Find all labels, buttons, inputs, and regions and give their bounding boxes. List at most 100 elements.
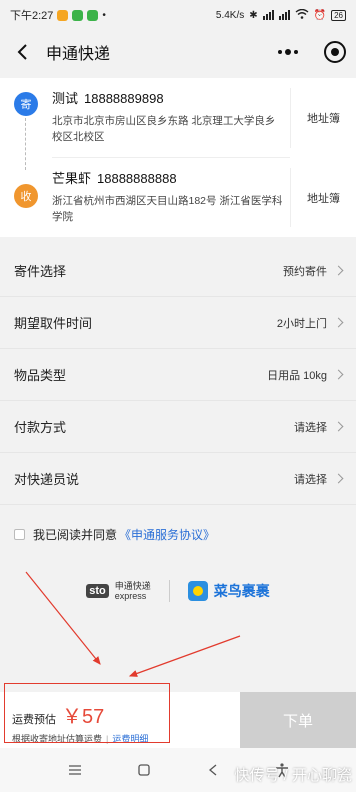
sender-row[interactable]: 寄 测试 18888889898 北京市北京市房山区良乡东路 北京理工大学良乡校区… (0, 78, 356, 158)
form-label: 物品类型 (14, 368, 67, 383)
more-button[interactable] (268, 40, 308, 64)
close-miniprogram-button[interactable] (324, 41, 346, 63)
receiver-phone: 18888888888 (97, 171, 177, 186)
sender-badge: 寄 (14, 92, 38, 116)
form-value: 预约寄件 (283, 263, 344, 279)
receiver-info[interactable]: 芒果虾 18888888888 浙江省杭州市西湖区天目山路182号 浙江省医学科学… (52, 158, 290, 237)
status-time: 下午2:27 (10, 10, 54, 22)
chevron-right-icon (333, 369, 344, 380)
form-row-courier-note[interactable]: 对快递员说 请选择 (0, 453, 356, 505)
cainiao-logo: 菜鸟裹裹 (187, 581, 270, 601)
form-value: 日用品 10kg (267, 367, 344, 383)
nav-bar: 申通快递 (0, 30, 356, 74)
chevron-right-icon (333, 473, 344, 484)
form-row-payment[interactable]: 付款方式 请选择 (0, 401, 356, 453)
status-right: 5.4K/s ✱ ⏰ 26 (215, 8, 346, 22)
form-value: 请选择 (294, 419, 344, 435)
agreement-link[interactable]: 《申通服务协议》 (119, 526, 215, 543)
cainiao-name: 菜鸟裹裹 (213, 583, 270, 599)
home-button[interactable] (134, 760, 154, 780)
agreement-checkbox[interactable] (14, 528, 25, 540)
form-value-text: 日用品 10kg (267, 369, 327, 382)
chat-icon (87, 9, 99, 21)
form-value-text: 请选择 (294, 473, 327, 486)
form-row-send-option[interactable]: 寄件选择 预约寄件 (0, 245, 356, 297)
target-icon (331, 48, 339, 56)
sender-address-book-button[interactable]: 地址簿 (290, 88, 356, 148)
menu-button[interactable] (65, 760, 85, 780)
address-card: 寄 测试 18888889898 北京市北京市房山区良乡东路 北京理工大学良乡校区… (0, 78, 356, 237)
receiver-contact: 芒果虾 18888888888 (52, 168, 290, 187)
chevron-right-icon (333, 421, 344, 432)
annotation-arrow (128, 635, 241, 677)
alarm-icon: ⏰ (313, 9, 327, 21)
form-row-item-type[interactable]: 物品类型 日用品 10kg (0, 349, 356, 401)
signal-icon (262, 10, 274, 20)
network-speed: 5.4K/s (215, 9, 245, 21)
battery-icon: 26 (331, 9, 346, 21)
sto-logo: sto 申通快递 express (86, 581, 151, 601)
sender-badge-col: 寄 (0, 78, 52, 158)
agreement-text: 我已阅读并同意 (33, 527, 118, 542)
nav-actions (268, 40, 346, 64)
status-bar: 下午2:27 • 5.4K/s ✱ ⏰ 26 (0, 0, 356, 30)
partner-logos: sto 申通快递 express 菜鸟裹裹 (0, 580, 356, 602)
watermark: 快传号 / 开心聊瓷 (234, 767, 352, 784)
fee-label: 运费预估 (12, 714, 56, 726)
order-form: 寄件选择 预约寄件 期望取件时间 2小时上门 物品类型 日用品 10kg 付款方… (0, 245, 356, 505)
fee-separator: | (106, 734, 109, 744)
sender-name: 测试 (52, 91, 79, 106)
home-icon (137, 764, 150, 776)
fee-line: 运费预估 ￥57 (12, 700, 240, 729)
form-row-pickup-time[interactable]: 期望取件时间 2小时上门 (0, 297, 356, 349)
back-arrow-icon (208, 764, 216, 776)
wifi-icon (295, 8, 309, 22)
receiver-badge-col: 收 (0, 158, 52, 237)
receiver-address-book-button[interactable]: 地址簿 (290, 168, 356, 227)
dot-icon (294, 50, 298, 54)
page-title: 申通快递 (46, 46, 111, 63)
form-label: 寄件选择 (14, 264, 67, 279)
sender-info[interactable]: 测试 18888889898 北京市北京市房山区良乡东路 北京理工大学良乡校区北校… (52, 78, 290, 158)
back-button[interactable] (10, 40, 34, 64)
form-value-text: 请选择 (294, 421, 327, 434)
dot-icon (278, 50, 282, 54)
form-value: 2小时上门 (276, 315, 344, 331)
chevron-right-icon (333, 265, 344, 276)
fee-amount: ￥57 (62, 706, 105, 728)
sto-logo-text: 申通快递 express (115, 581, 151, 601)
agreement-row: 我已阅读并同意 《申通服务协议》 (0, 509, 356, 559)
wechat-icon (72, 9, 84, 21)
more-notifications-icon: • (102, 9, 106, 21)
fee-subline: 根据收寄地址估算运费 | 运费明细 (12, 732, 240, 745)
fee-detail-link[interactable]: 运费明细 (112, 734, 148, 744)
bottom-bar: 运费预估 ￥57 根据收寄地址估算运费 | 运费明细 下单 (0, 692, 356, 748)
notification-app-icon (57, 9, 69, 21)
chevron-right-icon (333, 317, 344, 328)
fee-note: 根据收寄地址估算运费 (12, 734, 103, 744)
cainiao-bird-icon (187, 581, 208, 601)
receiver-row[interactable]: 收 芒果虾 18888888888 浙江省杭州市西湖区天目山路182号 浙江省医学… (0, 158, 356, 237)
sto-mark: sto (86, 584, 109, 598)
back-system-button[interactable] (203, 760, 223, 780)
sender-address: 北京市北京市房山区良乡东路 北京理工大学良乡校区北校区 (52, 115, 276, 143)
signal-icon-2 (278, 10, 290, 20)
form-label: 付款方式 (14, 420, 67, 435)
bluetooth-icon: ✱ (249, 9, 258, 21)
sto-en: express (114, 591, 147, 601)
form-label: 期望取件时间 (14, 316, 93, 331)
sender-phone: 18888889898 (84, 91, 164, 106)
fee-estimate: 运费预估 ￥57 根据收寄地址估算运费 | 运费明细 (0, 692, 240, 748)
chevron-left-icon (17, 44, 27, 60)
form-value-text: 预约寄件 (283, 265, 327, 278)
form-value-text: 2小时上门 (276, 317, 327, 330)
menu-icon (68, 765, 81, 775)
logo-divider (168, 580, 170, 602)
dot-icon (285, 49, 291, 55)
sender-contact: 测试 18888889898 (52, 88, 290, 107)
status-left: 下午2:27 • (10, 7, 106, 23)
place-order-button[interactable]: 下单 (240, 692, 356, 748)
receiver-badge: 收 (14, 184, 38, 208)
form-label: 对快递员说 (14, 472, 80, 487)
sto-name: 申通快递 (114, 581, 151, 591)
